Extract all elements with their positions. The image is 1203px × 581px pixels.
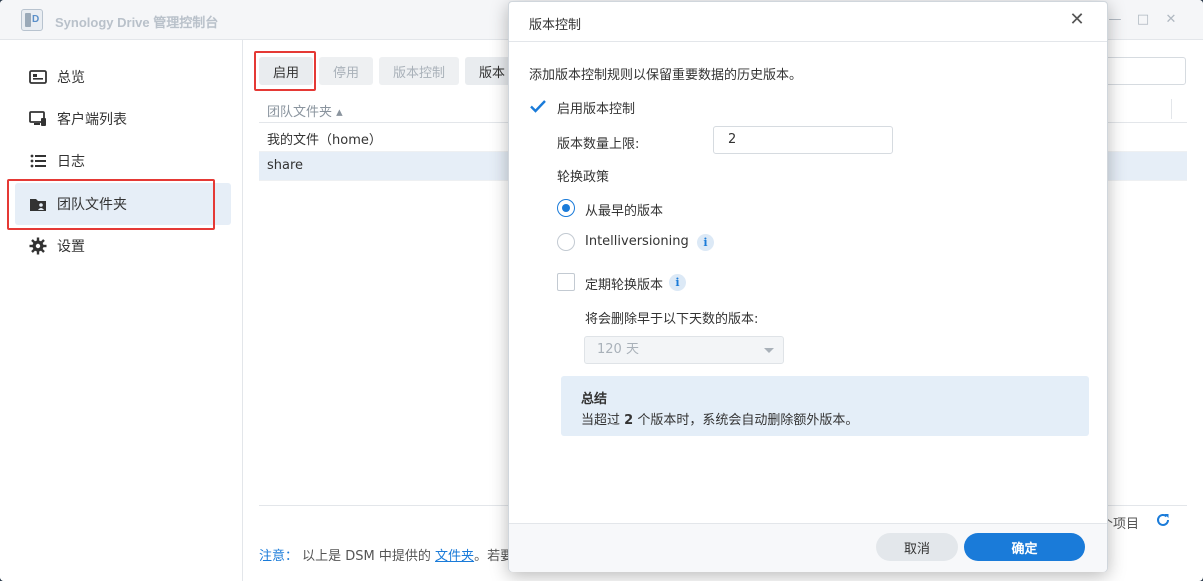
sidebar-item-label: 日志	[57, 154, 85, 170]
summary-prefix: 当超过	[581, 413, 621, 428]
chevron-down-icon	[764, 348, 774, 353]
enable-version-control-checkbox[interactable]	[529, 97, 547, 115]
radio-oldest-label: 从最早的版本	[585, 204, 664, 219]
radio-oldest-version[interactable]	[557, 199, 575, 217]
note-label: 注意：	[259, 549, 299, 564]
version-control-button[interactable]: 版本控制	[379, 57, 459, 85]
gear-icon	[29, 237, 47, 255]
max-versions-input[interactable]: 2	[713, 126, 893, 154]
radio-intelliversioning[interactable]	[557, 233, 575, 251]
info-icon[interactable]: i	[669, 274, 686, 291]
sidebar-item-overview[interactable]: 总览	[15, 56, 231, 98]
ok-button[interactable]: 确定	[964, 533, 1085, 561]
max-versions-label: 版本数量上限:	[557, 137, 640, 152]
summary-text: 当超过 2 个版本时，系统会自动删除额外版本。	[581, 409, 858, 428]
periodic-rotation-checkbox[interactable]	[557, 273, 575, 291]
disable-button[interactable]: 停用	[319, 57, 373, 85]
radio-intelli-label: Intelliversioning	[585, 234, 689, 249]
sidebar: 总览 客户端列表 日志 团队文件夹 设置	[0, 40, 243, 581]
sidebar-item-client-list[interactable]: 客户端列表	[15, 98, 231, 140]
sidebar-item-log[interactable]: 日志	[15, 140, 231, 182]
client-list-icon	[29, 110, 47, 128]
divider	[509, 41, 1107, 42]
row-name: 我的文件（home）	[267, 133, 382, 148]
refresh-icon[interactable]	[1155, 512, 1171, 528]
log-icon	[29, 152, 47, 170]
dialog-footer: 取消 确定	[509, 524, 1107, 572]
synology-drive-app-icon	[21, 9, 43, 31]
summary-count: 2	[624, 413, 634, 428]
delete-days-label: 将会删除早于以下天数的版本:	[585, 312, 759, 327]
close-icon[interactable]: ✕	[1067, 10, 1087, 30]
version-control-dialog: 版本控制 ✕ 添加版本控制规则以保留重要数据的历史版本。 启用版本控制 版本数量…	[508, 1, 1108, 572]
column-header-team-folder[interactable]: 团队文件夹 ▴	[267, 101, 343, 120]
team-folder-icon	[29, 195, 47, 213]
row-name: share	[267, 158, 304, 173]
summary-panel: 总结 当超过 2 个版本时，系统会自动删除额外版本。	[561, 376, 1089, 436]
overview-icon	[29, 68, 47, 86]
window-title: Synology Drive 管理控制台	[55, 15, 219, 30]
info-icon[interactable]: i	[697, 234, 714, 251]
maximize-icon[interactable]: □	[1135, 12, 1151, 28]
enable-version-control-label: 启用版本控制	[557, 102, 636, 117]
rotation-policy-label: 轮换政策	[557, 170, 610, 185]
enable-button[interactable]: 启用	[259, 57, 313, 85]
sidebar-item-label: 团队文件夹	[57, 197, 127, 213]
note-text: 以上是 DSM 中提供的	[302, 549, 431, 564]
days-select-value: 120 天	[597, 342, 639, 357]
cancel-button[interactable]: 取消	[876, 533, 958, 561]
summary-suffix: 个版本时，系统会自动删除额外版本。	[637, 413, 859, 428]
sidebar-item-team-folder[interactable]: 团队文件夹	[15, 183, 231, 225]
note-bar: 注意： 以上是 DSM 中提供的 文件夹。若要	[259, 545, 513, 564]
sidebar-item-label: 总览	[57, 70, 85, 86]
summary-title: 总结	[581, 392, 608, 407]
sidebar-item-label: 设置	[57, 239, 85, 255]
sidebar-item-label: 客户端列表	[57, 112, 127, 128]
close-window-icon[interactable]: ✕	[1163, 12, 1179, 28]
days-select[interactable]: 120 天	[584, 336, 784, 364]
sidebar-item-settings[interactable]: 设置	[15, 225, 231, 267]
minimize-icon[interactable]: —	[1107, 12, 1123, 28]
folder-link[interactable]: 文件夹	[435, 549, 474, 564]
dialog-description: 添加版本控制规则以保留重要数据的历史版本。	[529, 68, 803, 83]
periodic-rotation-label: 定期轮换版本	[585, 278, 664, 293]
column-separator	[1171, 99, 1172, 119]
dialog-title: 版本控制	[529, 18, 582, 33]
